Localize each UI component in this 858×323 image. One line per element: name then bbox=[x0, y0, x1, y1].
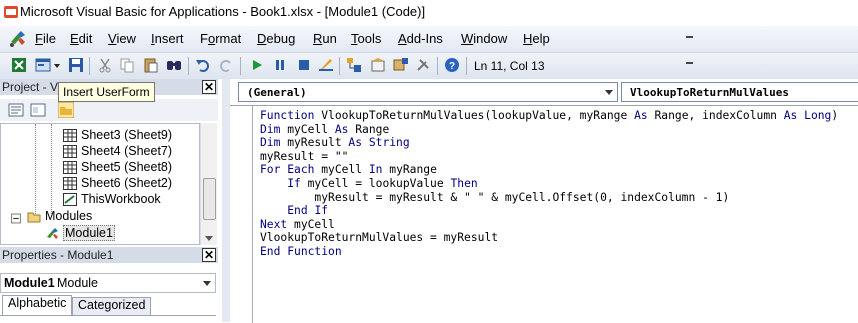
redo-icon[interactable] bbox=[218, 57, 234, 73]
code-line[interactable]: Dim myResult As String bbox=[260, 136, 838, 150]
sheet-icon bbox=[63, 177, 77, 190]
design-mode-icon[interactable] bbox=[318, 57, 334, 73]
project-tree: Sheet3 (Sheet9) Sheet4 (Sheet7) Sheet5 (… bbox=[0, 123, 200, 245]
code-line[interactable]: End If bbox=[260, 204, 838, 218]
close-icon[interactable]: ✕ bbox=[202, 80, 216, 94]
vba-app-icon bbox=[4, 6, 18, 18]
object-browser-icon[interactable] bbox=[393, 57, 409, 73]
cursor-position: Ln 11, Col 13 bbox=[474, 59, 545, 73]
properties-panel: Properties - Module1 ✕ Module1 Module Al… bbox=[0, 247, 222, 322]
run-icon[interactable] bbox=[249, 57, 265, 73]
menu-help[interactable]: Help bbox=[523, 31, 550, 46]
workbook-icon bbox=[63, 193, 77, 206]
window-title: Microsoft Visual Basic for Applications … bbox=[20, 4, 426, 19]
tree-connector bbox=[35, 124, 36, 214]
toggle-folders-icon[interactable] bbox=[58, 102, 74, 118]
code-editor[interactable]: Function VlookupToReturnMulValues(lookup… bbox=[230, 105, 858, 323]
menu-format[interactable]: Format bbox=[200, 31, 241, 46]
menu-run[interactable]: Run bbox=[313, 31, 337, 46]
copy-icon[interactable] bbox=[119, 57, 135, 73]
chevron-down-icon[interactable] bbox=[605, 90, 613, 95]
sheet-icon bbox=[63, 129, 77, 142]
code-line[interactable]: End Function bbox=[260, 245, 838, 259]
menubar-grip[interactable] bbox=[686, 36, 693, 47]
svg-text:?: ? bbox=[449, 61, 455, 72]
undo-icon[interactable] bbox=[195, 57, 211, 73]
object-combo[interactable]: (General) bbox=[238, 82, 618, 102]
scroll-down-icon[interactable] bbox=[205, 236, 213, 241]
folder-icon bbox=[27, 212, 41, 223]
procedure-combo[interactable]: VlookupToReturnMulValues bbox=[621, 82, 858, 102]
chevron-down-icon[interactable] bbox=[203, 281, 211, 286]
toolbar-separator bbox=[240, 57, 241, 75]
menu-debug[interactable]: Debug bbox=[257, 31, 295, 46]
menu-file[interactable]: File bbox=[35, 31, 56, 46]
tab-categorized[interactable]: Categorized bbox=[72, 297, 152, 315]
pane-splitter[interactable] bbox=[222, 79, 230, 322]
menu-bar: File Edit View Insert Format Debug Run T… bbox=[0, 26, 858, 53]
code-line[interactable]: Next myCell bbox=[260, 218, 838, 232]
module-icon bbox=[47, 228, 58, 239]
insert-dropdown-icon[interactable] bbox=[54, 64, 60, 68]
toolbar-separator bbox=[89, 57, 90, 75]
menu-add-ins[interactable]: Add-Ins bbox=[398, 31, 443, 46]
menu-insert[interactable]: Insert bbox=[151, 31, 184, 46]
project-scrollbar[interactable] bbox=[200, 123, 217, 245]
save-icon[interactable] bbox=[68, 57, 84, 73]
code-line[interactable]: myResult = myResult & " " & myCell.Offse… bbox=[260, 191, 838, 205]
code-line[interactable]: myResult = "" bbox=[260, 150, 838, 164]
scroll-thumb[interactable] bbox=[203, 178, 216, 220]
toolbox-icon[interactable] bbox=[415, 57, 431, 73]
object-name: Module1 bbox=[4, 276, 55, 290]
toolbar-separator bbox=[188, 57, 189, 75]
project-panel-title: Project - VI bbox=[2, 80, 62, 94]
toolbar-separator bbox=[466, 57, 467, 75]
break-icon[interactable] bbox=[272, 57, 288, 73]
object-select[interactable]: Module1 Module bbox=[0, 273, 216, 293]
help-icon[interactable]: ? bbox=[444, 57, 460, 73]
properties-panel-header: Properties - Module1 bbox=[0, 247, 218, 263]
code-line[interactable]: Function VlookupToReturnMulValues(lookup… bbox=[260, 109, 838, 123]
toolbar-separator bbox=[339, 57, 340, 75]
menu-window[interactable]: Window bbox=[461, 31, 507, 46]
object-type: Module bbox=[57, 276, 98, 290]
project-explorer-icon[interactable] bbox=[346, 57, 362, 73]
tooltip: Insert UserForm bbox=[58, 82, 155, 102]
properties-panel-title: Properties - Module1 bbox=[2, 248, 114, 262]
toolbar-grip[interactable] bbox=[686, 62, 693, 73]
menu-tools[interactable]: Tools bbox=[351, 31, 381, 46]
find-icon[interactable] bbox=[166, 57, 182, 73]
code-margin[interactable] bbox=[230, 106, 253, 323]
tree-connector bbox=[51, 124, 52, 214]
code-window: (General) VlookupToReturnMulValues Funct… bbox=[230, 79, 858, 323]
project-explorer: Project - VI ✕ Sheet3 (Sheet9) Sheet4 (S… bbox=[0, 79, 222, 245]
title-bar: Microsoft Visual Basic for Applications … bbox=[0, 0, 858, 26]
collapse-icon[interactable] bbox=[11, 212, 21, 225]
vba-menu-icon[interactable] bbox=[8, 30, 28, 48]
project-toolbar bbox=[0, 99, 218, 121]
insert-userform-icon[interactable] bbox=[35, 57, 51, 73]
menu-view[interactable]: View bbox=[108, 31, 136, 46]
reset-icon[interactable] bbox=[296, 57, 312, 73]
properties-icon[interactable] bbox=[370, 57, 386, 73]
view-object-icon[interactable] bbox=[30, 102, 46, 118]
paste-icon[interactable] bbox=[143, 57, 159, 73]
code-lines[interactable]: Function VlookupToReturnMulValues(lookup… bbox=[260, 109, 838, 259]
excel-icon[interactable] bbox=[11, 57, 27, 73]
standard-toolbar: ? Ln 11, Col 13 bbox=[0, 53, 858, 80]
menu-edit[interactable]: Edit bbox=[70, 31, 92, 46]
close-icon[interactable]: ✕ bbox=[202, 248, 216, 262]
tab-alphabetic[interactable]: Alphabetic bbox=[2, 295, 73, 315]
code-line[interactable]: VlookupToReturnMulValues = myResult bbox=[260, 231, 838, 245]
code-line[interactable]: If myCell = lookupValue Then bbox=[260, 177, 838, 191]
toolbar-separator bbox=[437, 57, 438, 75]
sheet-icon bbox=[63, 161, 77, 174]
code-line[interactable]: For Each myCell In myRange bbox=[260, 163, 838, 177]
view-code-icon[interactable] bbox=[8, 102, 24, 118]
cut-icon[interactable] bbox=[97, 57, 113, 73]
sheet-icon bbox=[63, 145, 77, 158]
code-line[interactable]: Dim myCell As Range bbox=[260, 123, 838, 137]
